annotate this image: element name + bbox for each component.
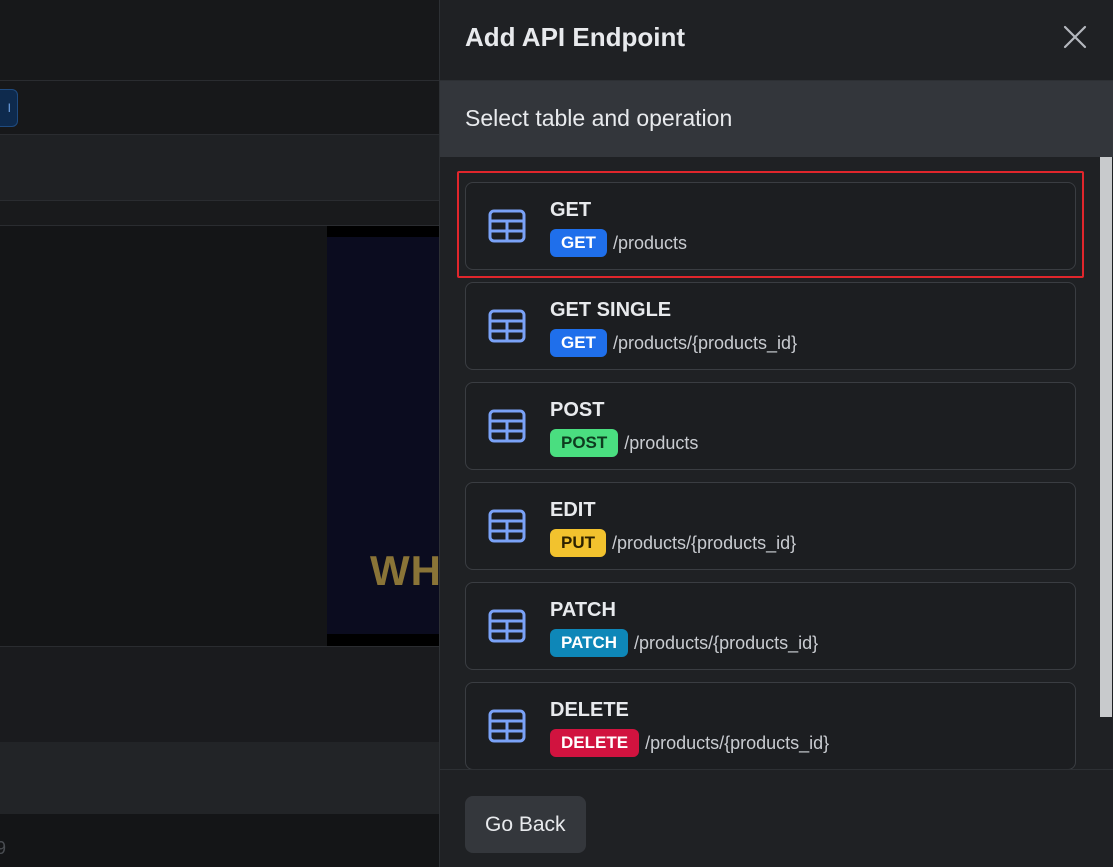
endpoint-name: GET [550, 199, 592, 221]
drawer-header: Add API Endpoint [440, 0, 1113, 81]
background-panel [0, 646, 440, 742]
drawer-footer: Go Back [440, 769, 1113, 867]
endpoint-path: /products/{products_id} [634, 632, 819, 653]
endpoint-path: /products/{products_id} [645, 732, 830, 753]
table-icon [488, 309, 526, 343]
endpoint-item[interactable]: EDIT PUT/products/{products_id} [465, 482, 1076, 570]
method-badge: PATCH [550, 629, 629, 657]
endpoint-name: GET SINGLE [550, 299, 672, 321]
background-chip[interactable]: I [0, 89, 18, 127]
endpoint-path: /products/{products_id} [612, 532, 797, 553]
endpoint-meta: DELETE/products/{products_id} [550, 729, 829, 757]
background-footer: 9 [0, 814, 440, 867]
endpoint-item[interactable]: DELETE DELETE/products/{products_id} [465, 682, 1076, 769]
endpoint-meta: GET/products/{products_id} [550, 329, 797, 357]
endpoint-name: PATCH [550, 599, 616, 621]
background-bar [0, 742, 440, 814]
method-badge: GET [550, 229, 607, 257]
add-endpoint-drawer: Add API Endpoint Select table and operat… [439, 0, 1113, 867]
background-footer-text: 9 [0, 838, 7, 858]
endpoint-meta: PUT/products/{products_id} [550, 529, 796, 557]
drawer-title: Add API Endpoint [465, 22, 685, 52]
scrollbar-thumb[interactable] [1100, 157, 1112, 717]
background-app: I WH 9 [0, 0, 440, 867]
method-badge: DELETE [550, 729, 640, 757]
endpoint-path: /products/{products_id} [612, 332, 798, 353]
endpoint-item[interactable]: GET GET/products [465, 182, 1076, 270]
table-icon [488, 209, 526, 243]
endpoint-name: DELETE [550, 699, 629, 721]
background-topbar [0, 0, 440, 81]
endpoint-path: /products [612, 232, 687, 253]
go-back-button[interactable]: Go Back [465, 796, 586, 853]
background-ruler [0, 201, 440, 226]
endpoint-name: POST [550, 399, 605, 421]
table-icon [488, 609, 526, 643]
table-icon [488, 509, 526, 543]
background-header-row [0, 135, 440, 201]
close-button[interactable] [1058, 20, 1092, 54]
endpoint-item[interactable]: POST POST/products [465, 382, 1076, 470]
subheader-text: Select table and operation [465, 105, 733, 131]
table-icon [488, 409, 526, 443]
table-icon [488, 709, 526, 743]
endpoint-item[interactable]: PATCH PATCH/products/{products_id} [465, 582, 1076, 670]
background-preview-text: WH [370, 547, 440, 594]
endpoint-name: EDIT [550, 499, 596, 521]
endpoint-list: GET GET/products GET SINGLE GET/products/{p… [440, 157, 1113, 769]
background-preview: WH [327, 226, 440, 646]
method-badge: GET [550, 329, 607, 357]
method-badge: POST [550, 429, 619, 457]
method-badge: PUT [550, 529, 606, 557]
endpoint-item[interactable]: GET SINGLE GET/products/{products_id} [465, 282, 1076, 370]
endpoint-meta: PATCH/products/{products_id} [550, 629, 818, 657]
endpoint-path: /products [624, 432, 699, 453]
close-icon [1063, 25, 1087, 49]
endpoint-meta: GET/products [550, 229, 687, 257]
endpoint-meta: POST/products [550, 429, 698, 457]
background-toolbar: I [0, 81, 440, 135]
drawer-subheader: Select table and operation [440, 81, 1113, 157]
